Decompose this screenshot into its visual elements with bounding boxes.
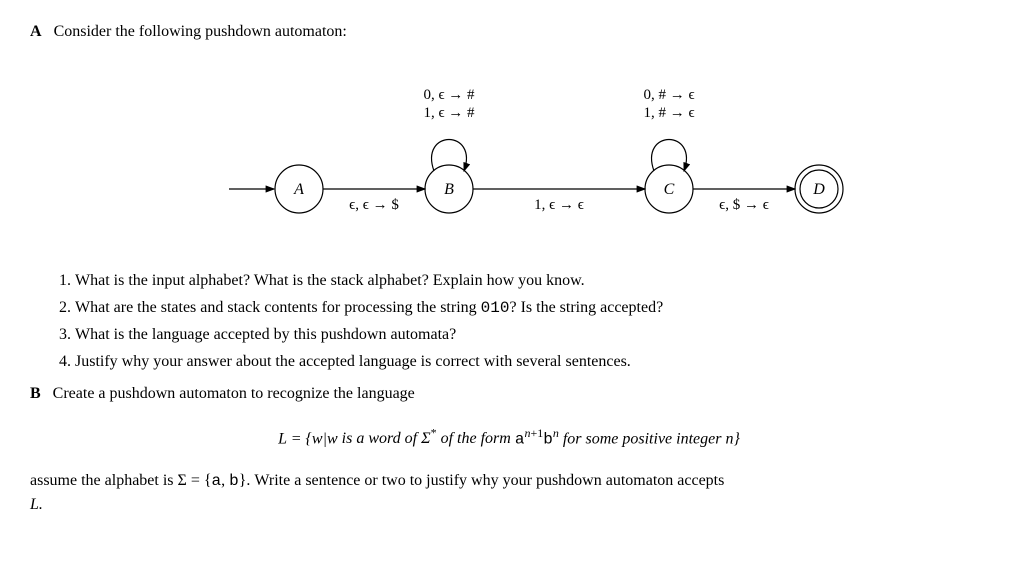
part-a-intro: Consider the following pushdown automato… (54, 23, 347, 40)
trans-b-loop-1: 0, ϵ → # (423, 87, 475, 103)
question-3: What is the language accepted by this pu… (75, 323, 988, 347)
lang-prefix: L = {w|w (278, 430, 338, 447)
state-a-label: A (293, 181, 304, 198)
question-2: What are the states and stack contents f… (75, 296, 988, 320)
closing-b: b (229, 472, 239, 490)
part-b-header: B Create a pushdown automaton to recogni… (30, 382, 988, 406)
part-a-header: A Consider the following pushdown automa… (30, 20, 988, 44)
state-d-label: D (812, 181, 825, 198)
language-definition: L = {w|w is a word of Σ* of the form an+… (30, 424, 988, 451)
part-b-intro: Create a pushdown automaton to recognize… (53, 385, 415, 402)
lang-a: a (515, 430, 525, 448)
question-1: What is the input alphabet? What is the … (75, 269, 988, 293)
closing-1: assume the alphabet is Σ = { (30, 472, 212, 489)
closing-a: a (212, 472, 222, 490)
trans-c-loop-2: 1, # → ϵ (643, 105, 694, 121)
part-b-closing: assume the alphabet is Σ = {a, b}. Write… (30, 469, 988, 517)
question-4: Justify why your answer about the accept… (75, 350, 988, 374)
trans-a-b: ϵ, ϵ → $ (349, 197, 399, 213)
part-a-questions: What is the input alphabet? What is the … (30, 269, 988, 374)
closing-3: L. (30, 496, 43, 513)
part-b-label: B (30, 385, 41, 402)
trans-c-d: ϵ, $ → ϵ (719, 197, 769, 213)
state-c-label: C (664, 181, 675, 198)
trans-b-c: 1, ϵ → ϵ (534, 197, 584, 213)
trans-c-loop-1: 0, # → ϵ (643, 87, 694, 103)
lang-b: b (543, 430, 553, 448)
lang-exp1: n+1 (524, 426, 543, 440)
part-a-label: A (30, 23, 42, 40)
automaton-diagram: A ϵ, ϵ → $ B 0, ϵ → # 1, ϵ → # 1, ϵ → ϵ … (30, 59, 988, 249)
question-2-text: What are the states and stack contents f… (75, 299, 663, 316)
lang-mid1: is a word of Σ* of the form (338, 430, 515, 447)
lang-suffix: for some positive integer n} (559, 430, 740, 447)
closing-2: }. Write a sentence or two to justify wh… (239, 472, 725, 489)
trans-b-loop-2: 1, ϵ → # (423, 105, 475, 121)
state-b-label: B (444, 181, 454, 198)
